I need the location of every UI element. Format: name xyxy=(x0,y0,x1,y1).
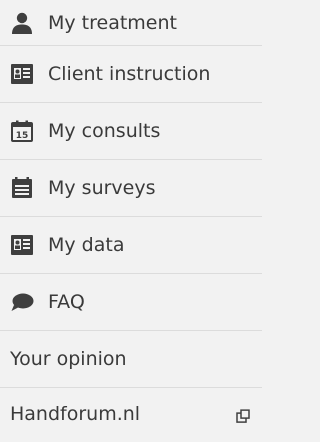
menu-item-faq[interactable]: FAQ xyxy=(0,274,262,331)
id-card-icon xyxy=(10,62,34,86)
menu-item-your-opinion[interactable]: Your opinion xyxy=(0,331,262,388)
menu-item-label: My surveys xyxy=(48,177,156,199)
menu-item-label: My treatment xyxy=(48,11,177,34)
external-link-icon[interactable] xyxy=(236,409,250,423)
speech-bubble-icon xyxy=(10,290,34,314)
menu-item-label: My data xyxy=(48,234,125,256)
id-card-icon xyxy=(10,233,34,257)
menu-item-label: My consults xyxy=(48,120,161,142)
menu-item-my-treatment[interactable]: My treatment xyxy=(0,0,262,46)
menu-item-client-instruction[interactable]: Client instruction xyxy=(0,46,262,103)
menu-item-label: Client instruction xyxy=(48,63,211,85)
menu-item-my-surveys[interactable]: My surveys xyxy=(0,160,262,217)
menu-item-label: Your opinion xyxy=(10,348,127,370)
menu-item-my-consults[interactable]: 15 My consults xyxy=(0,103,262,160)
person-icon xyxy=(10,11,34,35)
menu-item-handforum[interactable]: Handforum.nl xyxy=(0,388,262,440)
side-menu: My treatment Client instruction 15 My co… xyxy=(0,0,262,440)
menu-item-label: FAQ xyxy=(48,291,85,313)
clipboard-icon xyxy=(10,176,34,200)
menu-item-label: Handforum.nl xyxy=(10,403,141,425)
menu-item-my-data[interactable]: My data xyxy=(0,217,262,274)
calendar-icon: 15 xyxy=(10,119,34,143)
calendar-day-text: 15 xyxy=(16,131,29,141)
